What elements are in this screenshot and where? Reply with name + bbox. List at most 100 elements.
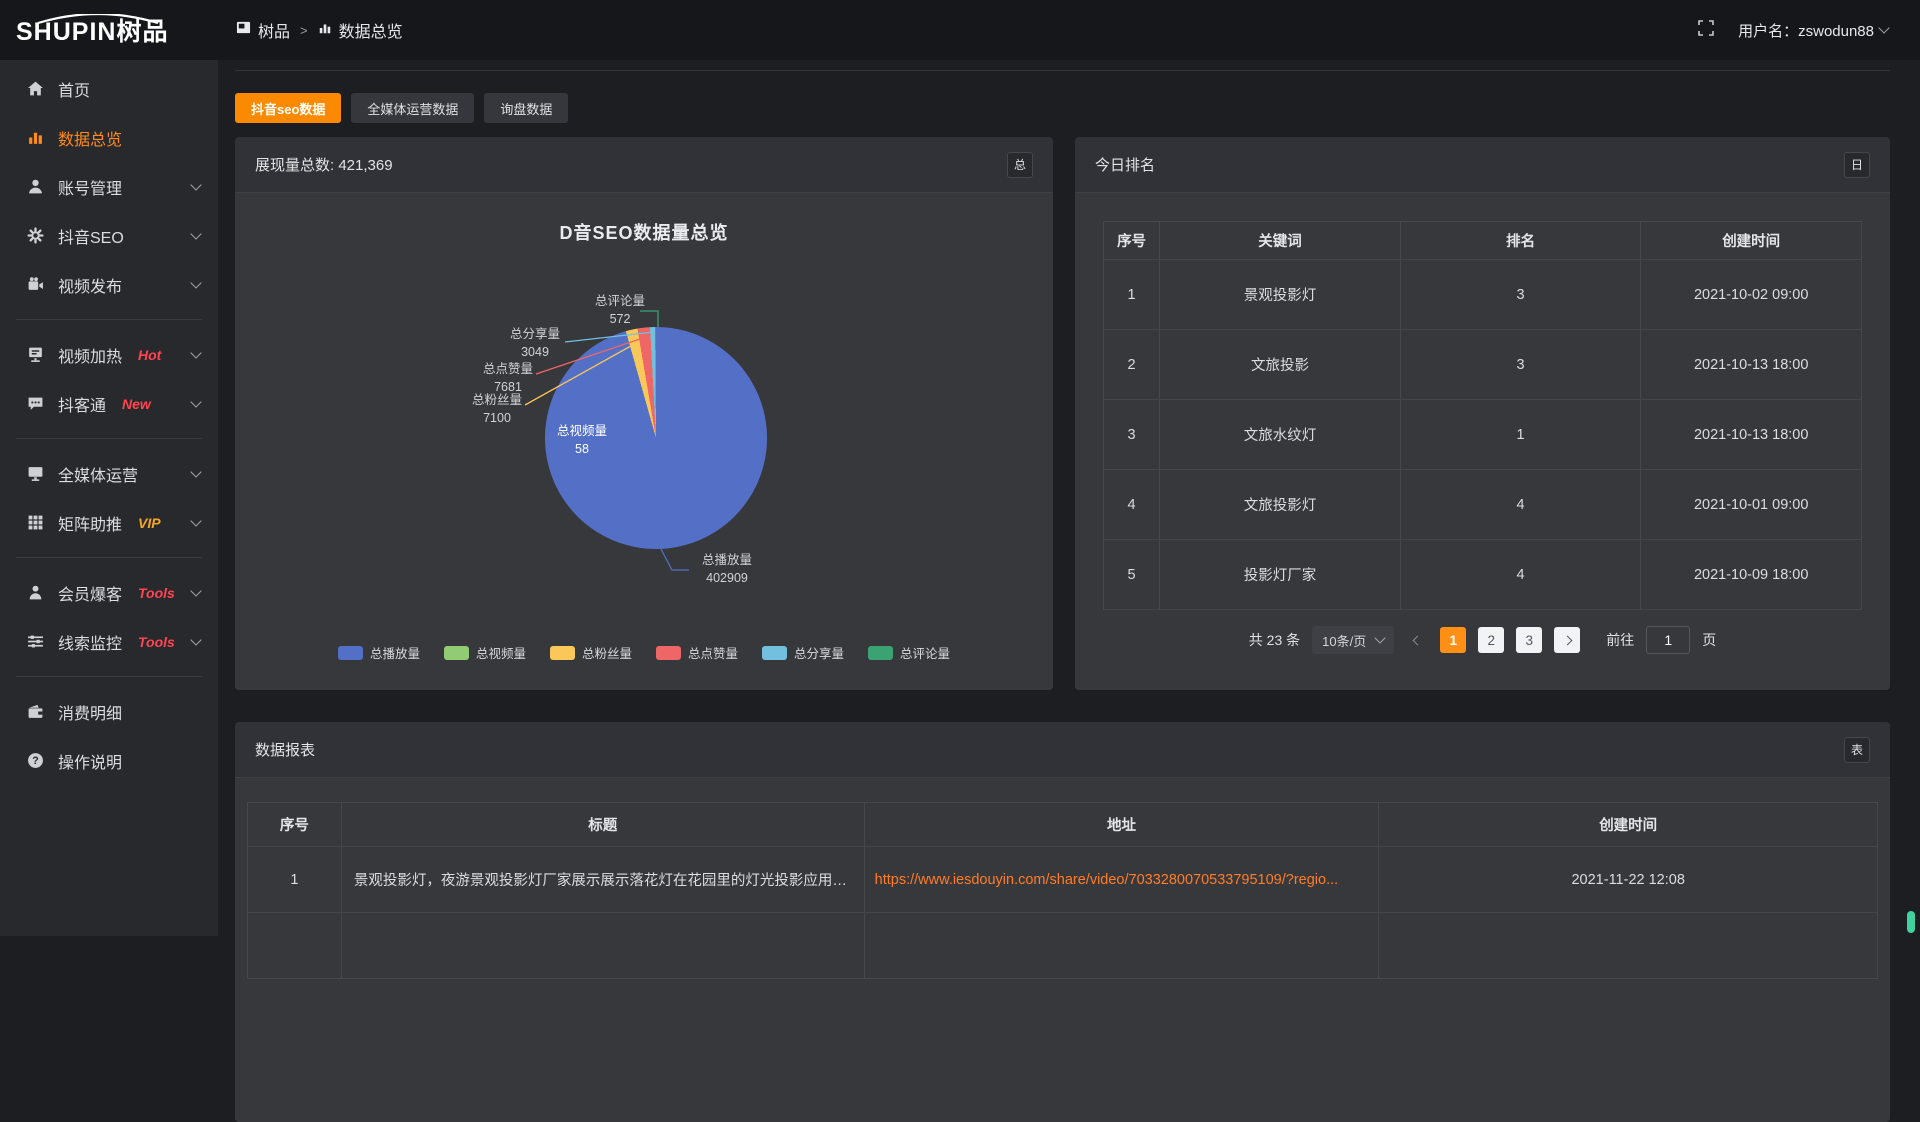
scrollbar-thumb[interactable] — [1907, 911, 1915, 933]
wallet-icon — [26, 703, 44, 720]
sidebar-item-media-operation[interactable]: 全媒体运营 — [0, 449, 218, 498]
content-divider — [235, 70, 1890, 71]
legend-item-plays[interactable]: 总播放量 — [338, 643, 420, 662]
legend-item-videos[interactable]: 总视频量 — [444, 643, 526, 662]
next-page-button[interactable] — [1554, 627, 1580, 653]
bar-chart-icon — [318, 21, 332, 40]
table-row-partial — [248, 913, 1878, 979]
logo-arc — [18, 14, 178, 24]
person-icon — [26, 584, 44, 601]
sliders-icon — [26, 633, 44, 650]
page-button-1[interactable]: 1 — [1440, 627, 1466, 653]
video-camera-icon — [26, 276, 44, 293]
sidebar-item-data-overview[interactable]: 数据总览 — [0, 113, 218, 162]
user-menu[interactable]: 用户名：zswodun88 — [1738, 20, 1888, 41]
tab-inquiry-data[interactable]: 询盘数据 — [484, 93, 568, 123]
goto-suffix: 页 — [1702, 630, 1716, 650]
legend-swatch — [868, 646, 893, 660]
page-button-3[interactable]: 3 — [1516, 627, 1542, 653]
chart-title: D音SEO数据量总览 — [235, 219, 1053, 245]
breadcrumb-root[interactable]: 树品 — [236, 18, 290, 42]
sidebar-item-member-burst[interactable]: 会员爆客 Tools — [0, 568, 218, 617]
sidebar-item-consumption[interactable]: 消费明细 — [0, 687, 218, 736]
chevron-down-icon — [190, 466, 201, 477]
table-view-button[interactable]: 表 — [1844, 737, 1870, 763]
breadcrumb-current[interactable]: 数据总览 — [318, 18, 403, 42]
legend-item-likes[interactable]: 总点赞量 — [656, 643, 738, 662]
callout-fans: 总粉丝量 7100 — [472, 392, 522, 427]
chat-bubble-icon — [26, 395, 44, 412]
table-row: 4 文旅投影灯 4 2021-10-01 09:00 — [1104, 470, 1862, 540]
question-circle-icon: ? — [26, 752, 44, 769]
sidebar-item-video-publish[interactable]: 视频发布 — [0, 260, 218, 309]
data-tabs: 抖音seo数据 全媒体运营数据 询盘数据 — [235, 93, 1890, 123]
grid-icon — [26, 514, 44, 531]
chevron-down-icon — [190, 515, 201, 526]
legend-swatch — [550, 646, 575, 660]
daily-view-button[interactable]: 日 — [1844, 152, 1870, 178]
report-title: 数据报表 — [255, 739, 315, 760]
goto-page-input[interactable] — [1646, 626, 1690, 654]
sidebar-item-doukertong[interactable]: 抖客通 New — [0, 379, 218, 428]
sidebar-item-help[interactable]: ? 操作说明 — [0, 736, 218, 785]
chart-legend: 总播放量 总视频量 总粉丝量 总点赞量 — [235, 643, 1053, 662]
sidebar-item-home[interactable]: 首页 — [0, 64, 218, 113]
impressions-total: 展现量总数: 421,369 — [255, 154, 393, 175]
video-url-link[interactable]: https://www.iesdouyin.com/share/video/70… — [875, 872, 1339, 888]
table-row: 1 景观投影灯 3 2021-10-02 09:00 — [1104, 260, 1862, 330]
prev-page-button[interactable] — [1406, 627, 1428, 653]
monitor-icon — [26, 465, 44, 482]
page-button-2[interactable]: 2 — [1478, 627, 1504, 653]
video-url-cell: https://www.iesdouyin.com/share/video/70… — [864, 847, 1379, 913]
bar-chart-icon — [26, 129, 44, 146]
page-size-select[interactable]: 10条/页 — [1312, 626, 1394, 654]
col-rank: 排名 — [1400, 222, 1641, 260]
legend-item-fans[interactable]: 总粉丝量 — [550, 643, 632, 662]
pie-chart-area: D音SEO数据量总览 总评论量 572 总分享量 3049 — [235, 193, 1053, 690]
breadcrumb: 树品 > 数据总览 — [236, 18, 403, 42]
video-title-cell: 景观投影灯，夜游景观投影灯厂家展示展示落花灯在花园里的灯光投影应用效果 # — [341, 847, 864, 913]
callout-shares: 总分享量 3049 — [510, 326, 560, 361]
legend-item-shares[interactable]: 总分享量 — [762, 643, 844, 662]
fullscreen-icon[interactable] — [1698, 20, 1714, 41]
svg-text:?: ? — [32, 755, 38, 767]
sidebar-item-lead-monitor[interactable]: 线索监控 Tools — [0, 617, 218, 666]
chevron-down-icon — [190, 396, 201, 407]
callout-videos: 总视频量 58 — [557, 423, 607, 458]
sidebar-item-matrix-boost[interactable]: 矩阵助推 VIP — [0, 498, 218, 547]
sidebar-item-account[interactable]: 账号管理 — [0, 162, 218, 211]
top-header: SHUPIN树品 树品 > 数据总览 用户名：zswodun88 — [0, 0, 1920, 60]
sidebar: 首页 数据总览 账号管理 抖音SEO 视频发布 视频加热 Hot — [0, 60, 218, 936]
callout-comments: 总评论量 572 — [595, 293, 645, 328]
report-card-body: 序号 标题 地址 创建时间 1 景观投影灯，夜游景观投影灯厂家展示展示落花灯在花… — [235, 778, 1890, 1122]
new-badge: New — [122, 396, 151, 412]
col-title: 标题 — [341, 803, 864, 847]
sidebar-item-video-heat[interactable]: 视频加热 Hot — [0, 330, 218, 379]
table-header-row: 序号 标题 地址 创建时间 — [248, 803, 1878, 847]
chevron-down-icon — [1878, 22, 1889, 33]
sidebar-divider — [16, 319, 202, 320]
vip-badge: VIP — [138, 515, 161, 531]
app-logo[interactable]: SHUPIN树品 — [0, 12, 218, 48]
seo-overview-card: 展现量总数: 421,369 总 D音SEO数据量总览 总评论量 572 — [235, 137, 1053, 690]
tab-media-operation-data[interactable]: 全媒体运营数据 — [351, 93, 474, 123]
callout-plays: 总播放量 402909 — [702, 552, 752, 587]
total-view-button[interactable]: 总 — [1007, 152, 1033, 178]
col-url: 地址 — [864, 803, 1379, 847]
chevron-down-icon — [190, 347, 201, 358]
table-header-row: 序号 关键词 排名 创建时间 — [1104, 222, 1862, 260]
user-icon — [26, 178, 44, 195]
callout-likes: 总点赞量 7681 — [483, 361, 533, 396]
overview-card-header: 展现量总数: 421,369 总 — [235, 137, 1053, 193]
col-created: 创建时间 — [1641, 222, 1862, 260]
chevron-right-icon — [1562, 635, 1572, 645]
pagination-total: 共 23 条 — [1249, 630, 1300, 650]
legend-item-comments[interactable]: 总评论量 — [868, 643, 950, 662]
chevron-down-icon — [190, 634, 201, 645]
sidebar-item-douyin-seo[interactable]: 抖音SEO — [0, 211, 218, 260]
ranking-card: 今日排名 日 序号 关键词 排名 创建时间 1 景观投影灯 3 — [1075, 137, 1890, 690]
ranking-table: 序号 关键词 排名 创建时间 1 景观投影灯 3 2021-10-02 09:0… — [1103, 221, 1862, 610]
app-window-icon — [236, 20, 251, 40]
tab-douyin-seo-data[interactable]: 抖音seo数据 — [235, 93, 341, 123]
legend-swatch — [338, 646, 363, 660]
